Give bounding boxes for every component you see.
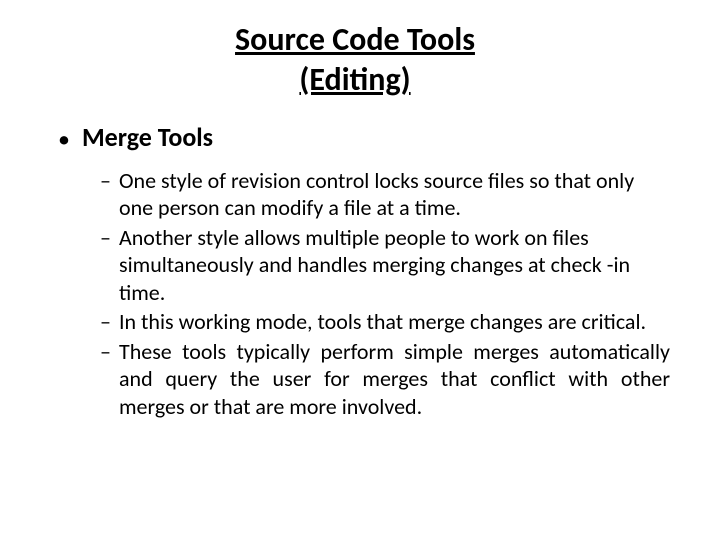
sub-bullet-text: These tools typically perform simple mer… bbox=[119, 338, 670, 421]
title-line-2: (Editing) bbox=[40, 60, 670, 100]
sub-bullet-list: – One style of revision control locks so… bbox=[100, 167, 670, 421]
dash-marker: – bbox=[100, 167, 111, 222]
bullet-marker-l1: • bbox=[58, 126, 70, 155]
sub-bullet-item: – These tools typically perform simple m… bbox=[100, 338, 670, 421]
sub-bullet-text: One style of revision control locks sour… bbox=[119, 167, 670, 222]
section-heading-row: • Merge Tools bbox=[58, 122, 670, 155]
sub-bullet-item: – In this working mode, tools that merge… bbox=[100, 308, 670, 336]
section-heading: Merge Tools bbox=[82, 122, 213, 155]
sub-bullet-item: – One style of revision control locks so… bbox=[100, 167, 670, 222]
sub-bullet-text: In this working mode, tools that merge c… bbox=[119, 308, 646, 336]
sub-bullet-text: Another style allows multiple people to … bbox=[119, 224, 670, 307]
slide-title: Source Code Tools (Editing) bbox=[40, 20, 670, 100]
sub-bullet-item: – Another style allows multiple people t… bbox=[100, 224, 670, 307]
dash-marker: – bbox=[100, 308, 111, 336]
dash-marker: – bbox=[100, 224, 111, 307]
title-line-1: Source Code Tools bbox=[40, 20, 670, 60]
dash-marker: – bbox=[100, 338, 111, 421]
